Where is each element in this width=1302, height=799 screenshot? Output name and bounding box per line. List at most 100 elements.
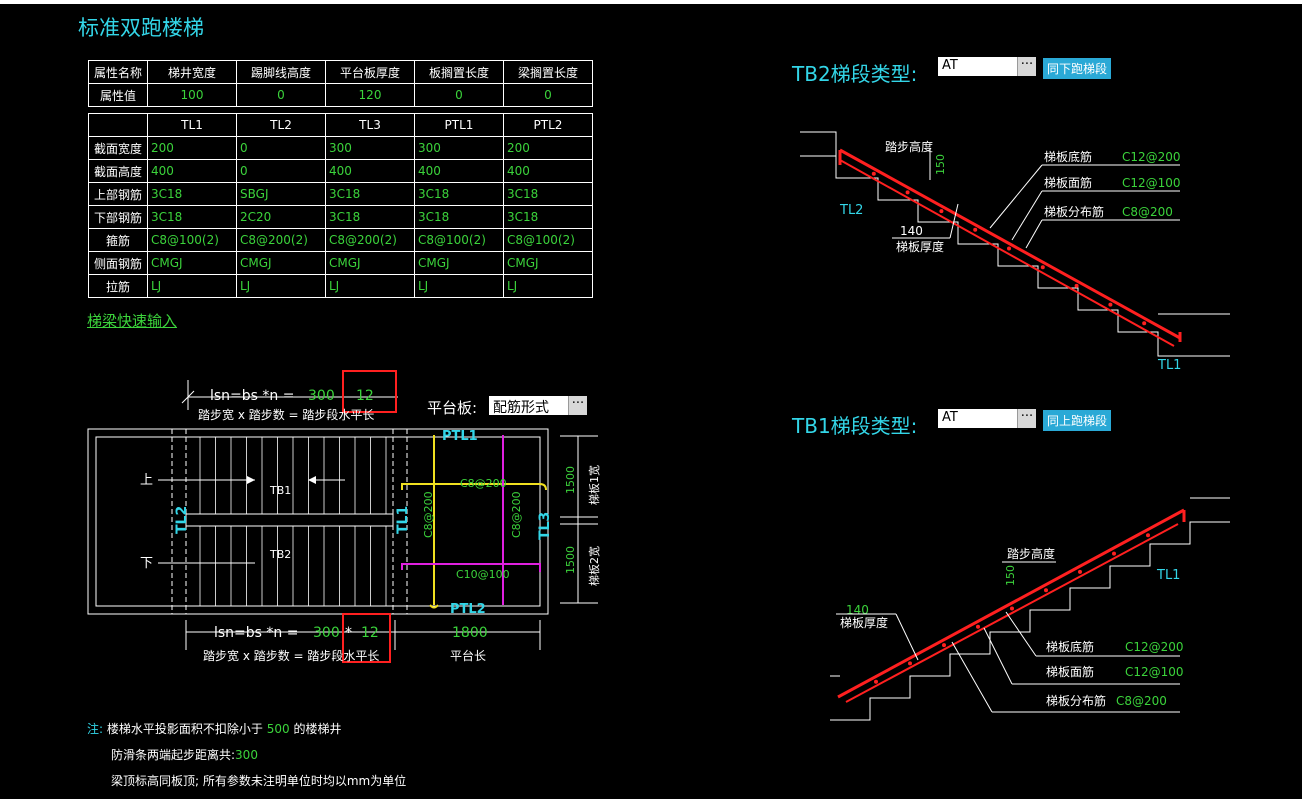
beam-cell[interactable]: 3C18 — [414, 182, 504, 206]
beam-cell[interactable]: LJ — [325, 274, 415, 298]
ellipsis-icon[interactable]: ··· — [1017, 409, 1036, 428]
beam-cell[interactable]: LJ — [414, 274, 504, 298]
platform-rebar-combo[interactable]: 配筋形式 ··· — [489, 396, 587, 416]
leader-line — [983, 627, 1013, 685]
note-value-well[interactable]: 500 — [267, 722, 290, 736]
beam-cell[interactable]: 0 — [236, 136, 326, 160]
note-text: 的楼梯井 — [293, 722, 342, 736]
beam-cell[interactable]: 3C18 — [147, 182, 237, 206]
beam-cell[interactable]: C8@200(2) — [325, 228, 415, 252]
beam-cell[interactable]: CMGJ — [236, 251, 326, 275]
tb1-bot-bar-value[interactable]: C12@200 — [1125, 640, 1184, 654]
tb1-dist-bar-value[interactable]: C8@200 — [1116, 694, 1167, 708]
stair-outer-wall — [87, 428, 549, 615]
beam-cell[interactable]: LJ — [236, 274, 326, 298]
tb2-top-bar-value[interactable]: C12@100 — [1122, 176, 1181, 190]
note-text: 楼梯水平投影面积不扣除小于 — [106, 722, 263, 736]
tb1-type-combo[interactable]: AT ··· — [938, 409, 1036, 428]
beam-cell[interactable]: CMGJ — [147, 251, 237, 275]
beam-col-header: TL2 — [236, 113, 326, 137]
beam-cell[interactable]: 3C18 — [414, 205, 504, 229]
beam-row: 截面宽度 200 0 300 300 200 — [88, 136, 593, 160]
prop-value-beam-bearing[interactable]: 0 — [503, 83, 593, 107]
rebar-dot — [1040, 265, 1045, 270]
step-profile — [800, 131, 837, 156]
top-formula-bs[interactable]: 300 — [308, 388, 335, 404]
leader-line — [895, 613, 919, 661]
quick-input-link[interactable]: 梯梁快速输入 — [87, 310, 177, 331]
prop-header-cell: 属性名称 — [88, 60, 148, 84]
beam-cell[interactable]: CMGJ — [414, 251, 504, 275]
down-label: 下 — [140, 556, 153, 571]
beam-cell[interactable]: CMGJ — [503, 251, 593, 275]
tb2-dist-bar-value[interactable]: C8@200 — [1122, 205, 1173, 219]
leader-line — [989, 164, 1043, 229]
beam-cell[interactable]: C8@100(2) — [503, 228, 593, 252]
tb1-plan-label: TB1 — [269, 484, 291, 497]
bot-formula-bs[interactable]: 300 — [313, 625, 340, 641]
beam-cell[interactable]: 2C20 — [236, 205, 326, 229]
beam-cell[interactable]: 400 — [503, 159, 593, 183]
tb2-bot-bar-value[interactable]: C12@200 — [1122, 150, 1181, 164]
beam-cell[interactable]: 3C18 — [147, 205, 237, 229]
beam-row-label: 截面高度 — [88, 159, 148, 183]
tb1-dim150: 150 — [1004, 565, 1017, 586]
bot-formula-n[interactable]: 12 — [361, 625, 379, 641]
plat-len[interactable]: 1800 — [452, 625, 488, 641]
tb2-same-as-lower-button[interactable]: 同下跑梯段 — [1043, 58, 1112, 79]
property-header-row: 属性名称 梯井宽度 踢脚线高度 平台板厚度 板搁置长度 梁搁置长度 — [88, 60, 593, 84]
beam-cell[interactable]: 3C18 — [325, 182, 415, 206]
prop-value-well-width[interactable]: 100 — [147, 83, 237, 107]
beam-cell[interactable]: C8@200(2) — [236, 228, 326, 252]
tb1-same-as-upper-button[interactable]: 同上跑梯段 — [1043, 410, 1112, 431]
beam-cell[interactable]: C8@100(2) — [414, 228, 504, 252]
top-formula-n[interactable]: 12 — [356, 388, 374, 404]
tb2-dist-bar-label: 梯板分布筋 — [1044, 204, 1104, 219]
bar-top-label: C8@200 — [460, 477, 507, 490]
beam-cell[interactable]: 3C18 — [325, 205, 415, 229]
rebar-dot — [905, 190, 910, 195]
bot-caption: 踏步宽 x 踏步数 = 踏步段水平长 — [203, 648, 379, 663]
prop-value-kick-height[interactable]: 0 — [236, 83, 326, 107]
note-value-antislip[interactable]: 300 — [235, 748, 258, 762]
tb1-top-bar-value[interactable]: C12@100 — [1125, 665, 1184, 679]
platform-combo-value: 配筋形式 — [493, 400, 549, 416]
rebar-dot — [976, 624, 980, 629]
beam-cell[interactable]: 400 — [325, 159, 415, 183]
beam-cell[interactable]: 200 — [503, 136, 593, 160]
w2-label: 梯板2宽 — [587, 546, 601, 586]
up-label: 上 — [140, 473, 153, 488]
beam-cell[interactable]: 300 — [325, 136, 415, 160]
beam-cell[interactable]: 400 — [147, 159, 237, 183]
leader-line — [1025, 219, 1043, 249]
rebar-dot — [1112, 551, 1116, 556]
beam-cell[interactable]: 3C18 — [503, 182, 593, 206]
tl2-plan-label: TL2 — [174, 506, 190, 534]
beam-cell[interactable]: LJ — [147, 274, 237, 298]
leader-line — [1005, 611, 1037, 657]
beam-cell[interactable]: 0 — [236, 159, 326, 183]
rebar-dot — [1146, 533, 1150, 538]
beam-cell[interactable]: C8@100(2) — [147, 228, 237, 252]
prop-value-slab-bearing[interactable]: 0 — [414, 83, 504, 107]
beam-cell[interactable]: 400 — [414, 159, 504, 183]
ellipsis-icon[interactable]: ··· — [1017, 57, 1036, 76]
beam-row: 上部钢筋 3C18 SBGJ 3C18 3C18 3C18 — [88, 182, 593, 206]
note-prefix: 注: — [87, 722, 104, 736]
beam-row: 拉筋 LJ LJ LJ LJ LJ — [88, 274, 593, 298]
w1-label: 梯板1宽 — [587, 465, 601, 505]
beam-cell[interactable]: CMGJ — [325, 251, 415, 275]
prop-header-cell: 梁搁置长度 — [503, 60, 593, 84]
beam-row-label: 箍筋 — [88, 228, 148, 252]
ptl1-label: PTL1 — [442, 429, 478, 444]
tb1-top-bar-label: 梯板面筋 — [1046, 664, 1094, 679]
beam-cell[interactable]: 3C18 — [503, 205, 593, 229]
beam-cell[interactable]: LJ — [503, 274, 593, 298]
beam-cell[interactable]: 200 — [147, 136, 237, 160]
beam-cell[interactable]: SBGJ — [236, 182, 326, 206]
prop-value-slab-thickness[interactable]: 120 — [325, 83, 415, 107]
ellipsis-icon[interactable]: ··· — [568, 396, 587, 415]
note-line-1: 注: 楼梯水平投影面积不扣除小于 500 的楼梯井 — [87, 720, 341, 737]
beam-cell[interactable]: 300 — [414, 136, 504, 160]
tb2-type-combo[interactable]: AT ··· — [938, 57, 1036, 76]
